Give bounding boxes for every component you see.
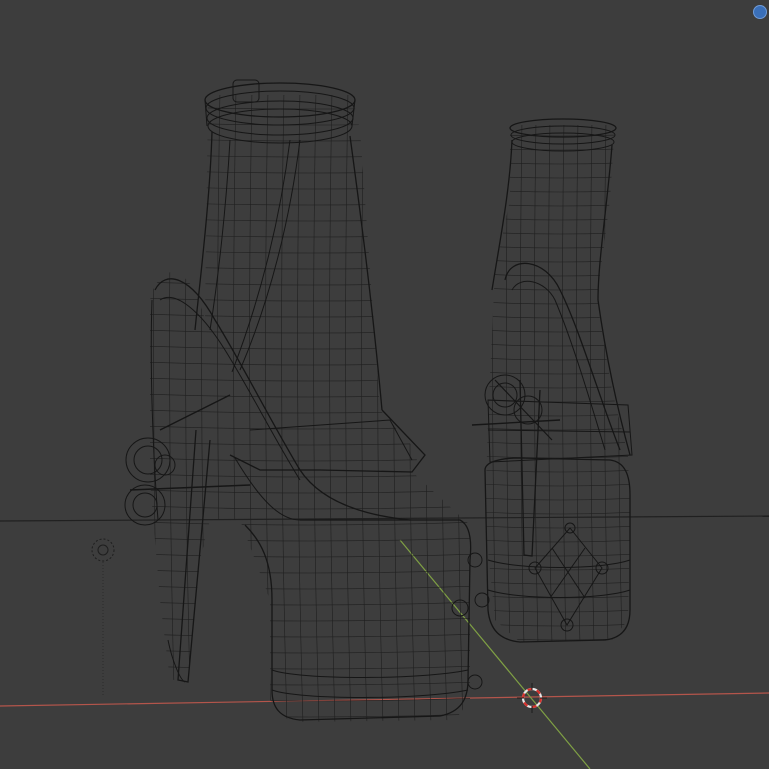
light-icon[interactable]	[91, 538, 115, 695]
x-axis-line	[0, 692, 769, 707]
3d-viewport[interactable]	[0, 0, 769, 769]
view-gizmo-icon[interactable]	[753, 5, 767, 19]
3d-cursor-icon[interactable]	[517, 683, 547, 713]
boot-left-mesh[interactable]	[124, 79, 490, 725]
viewport-scene[interactable]	[0, 0, 769, 769]
boot-right-mesh[interactable]	[471, 118, 640, 645]
y-axis-line	[399, 539, 591, 769]
